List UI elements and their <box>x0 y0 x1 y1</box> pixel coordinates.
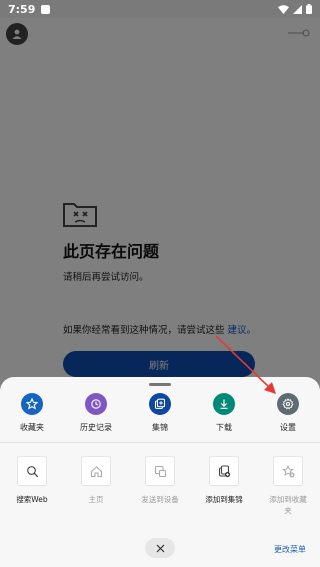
menu-item-add-to-collection[interactable]: 添加到集锦 <box>192 456 256 516</box>
menu-item-search-web[interactable]: 搜索Web <box>0 456 64 516</box>
search-icon <box>26 465 38 477</box>
status-bar: 7:59 <box>0 0 320 18</box>
collections-icon <box>149 393 171 415</box>
menu-item-label: 收藏夹 <box>20 423 44 432</box>
menu-item-label: 主页 <box>88 495 104 504</box>
add-to-favorites-icon <box>281 464 294 477</box>
add-to-collection-tile <box>209 456 239 486</box>
menu-item-label: 集锦 <box>152 423 168 432</box>
send-to-device-tile <box>145 456 175 486</box>
secondary-menu-row: 搜索Web 主页 发送到设备 添加到集锦 添加到收藏夹 <box>0 456 320 516</box>
menu-divider <box>0 442 320 443</box>
menu-item-label: 历史记录 <box>80 423 112 432</box>
sheet-drag-handle[interactable] <box>149 383 171 386</box>
menu-item-collections[interactable]: 集锦 <box>128 393 192 433</box>
menu-item-home[interactable]: 主页 <box>64 456 128 516</box>
menu-item-label: 发送到设备 <box>141 495 179 504</box>
primary-menu-row: 收藏夹 历史记录 集锦 下载 设置 <box>0 393 320 433</box>
home-icon <box>90 465 102 477</box>
add-to-favorites-tile <box>273 456 303 486</box>
menu-item-label: 添加到集锦 <box>205 495 243 504</box>
gear-icon <box>277 393 299 415</box>
add-to-collection-icon <box>218 464 230 477</box>
menu-item-label: 添加到收藏夹 <box>269 495 307 515</box>
menu-item-favorites[interactable]: 收藏夹 <box>0 393 64 433</box>
menu-item-downloads[interactable]: 下载 <box>192 393 256 433</box>
close-menu-button[interactable] <box>145 538 175 558</box>
history-icon <box>85 393 107 415</box>
menu-item-history[interactable]: 历史记录 <box>64 393 128 433</box>
menu-item-label: 设置 <box>280 423 296 432</box>
signal-icon <box>293 4 302 14</box>
menu-item-send-to-device[interactable]: 发送到设备 <box>128 456 192 516</box>
browser-menu-sheet: 收藏夹 历史记录 集锦 下载 设置 搜索Web 主页 发送到设备 添加到集锦 添… <box>0 377 320 567</box>
battery-icon <box>306 4 312 14</box>
menu-item-label: 下载 <box>216 423 232 432</box>
search-tile <box>17 456 47 486</box>
send-to-device-icon <box>154 465 166 477</box>
menu-item-add-to-favorites[interactable]: 添加到收藏夹 <box>256 456 320 516</box>
status-time: 7:59 <box>8 2 36 16</box>
download-icon <box>213 393 235 415</box>
menu-item-settings[interactable]: 设置 <box>256 393 320 433</box>
star-icon <box>21 393 43 415</box>
edit-menu-link[interactable]: 更改菜单 <box>274 544 306 555</box>
menu-item-label: 搜索Web <box>16 495 48 504</box>
notification-icon <box>41 4 51 14</box>
close-icon <box>156 544 164 552</box>
home-tile <box>81 456 111 486</box>
wifi-icon <box>278 4 289 14</box>
